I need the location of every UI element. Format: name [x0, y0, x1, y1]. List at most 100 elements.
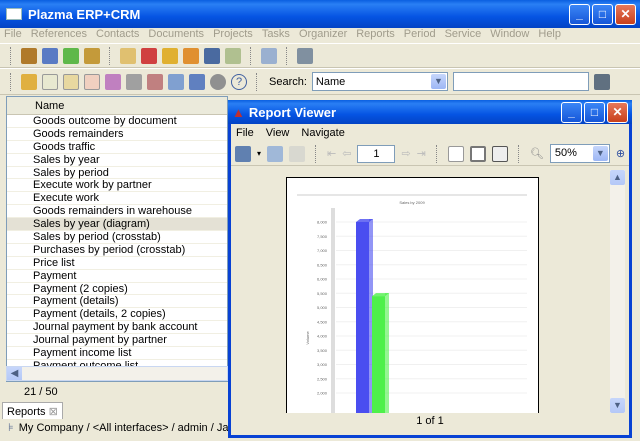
list-item[interactable]: Execute work [7, 192, 227, 206]
certificate-icon[interactable] [141, 47, 157, 64]
scroll-left-icon[interactable]: ◀ [7, 367, 22, 380]
delete-icon[interactable] [84, 73, 100, 90]
tools-icon[interactable] [297, 47, 313, 64]
scroll-down-icon[interactable]: ▼ [610, 398, 625, 413]
settings-icon[interactable] [210, 73, 226, 90]
scroll-up-icon[interactable]: ▲ [610, 170, 625, 185]
zoom-in-icon[interactable]: ⊕ [616, 147, 625, 160]
y-tick-label: 6,000 [317, 277, 328, 282]
search-input[interactable] [452, 72, 589, 91]
actual-size-icon[interactable] [447, 145, 464, 162]
list-toolbar: ? Search: Name ▼ [0, 68, 640, 95]
list-item[interactable]: Goods remainders [7, 128, 227, 141]
export-icon[interactable] [189, 73, 205, 90]
print-icon[interactable] [168, 73, 184, 90]
reports-list: Name Goods outcome by document Goods rema… [6, 96, 228, 382]
sort-az-icon[interactable] [105, 73, 121, 90]
list-item[interactable]: Sales by year (diagram) [7, 218, 227, 232]
tab-reports[interactable]: Reports ⊠ [2, 402, 63, 419]
first-page-icon[interactable]: ⇤ [327, 147, 336, 160]
list-item[interactable]: Goods outcome by document [7, 115, 227, 128]
list-item[interactable]: Purchases by period (crosstab) [7, 244, 227, 257]
record-count: 21 / 50 [24, 386, 58, 398]
maximize-button[interactable]: □ [592, 4, 613, 25]
menu-window[interactable]: Window [490, 28, 529, 43]
viewer-toolbar: ▾ ⇤ ⇦ 1 ⇨ ⇥ 🔍︎ 50% ▼ ⊕ [231, 142, 629, 166]
list-item[interactable]: Payment (details, 2 copies) [7, 308, 227, 322]
print-icon[interactable] [267, 145, 284, 162]
documents-icon[interactable] [120, 47, 136, 64]
search-field-value: Name [315, 75, 346, 88]
menu-period[interactable]: Period [404, 28, 436, 43]
page-number-input[interactable]: 1 [357, 144, 396, 163]
menu-organizer[interactable]: Organizer [299, 28, 347, 43]
list-item[interactable]: Payment (details) [7, 295, 227, 309]
vertical-scrollbar[interactable]: ▲ ▼ [610, 170, 625, 413]
viewer-close-button[interactable]: ✕ [607, 102, 628, 123]
warehouse-icon[interactable] [84, 47, 100, 64]
list-item[interactable]: Sales by period (crosstab) [7, 231, 227, 244]
list-item[interactable]: Sales by period [7, 167, 227, 180]
close-button[interactable]: ✕ [615, 4, 636, 25]
contacts-card-icon[interactable] [204, 47, 220, 64]
minimize-button[interactable]: _ [569, 4, 590, 25]
close-tab-icon[interactable]: ⊠ [49, 406, 58, 418]
money-icon[interactable] [63, 47, 79, 64]
new-icon[interactable] [42, 73, 58, 90]
chevron-down-icon[interactable]: ▼ [592, 146, 608, 161]
users-icon[interactable] [42, 47, 58, 64]
last-page-icon[interactable]: ⇥ [417, 147, 426, 160]
horizontal-scrollbar[interactable]: ◀ [6, 366, 228, 381]
menu-references[interactable]: References [31, 28, 87, 43]
fit-width-icon[interactable] [491, 145, 508, 162]
notebook-icon[interactable] [261, 47, 277, 64]
save-dropdown-icon[interactable]: ▾ [257, 149, 261, 158]
viewer-menu-file[interactable]: File [236, 127, 254, 139]
menu-contacts[interactable]: Contacts [96, 28, 139, 43]
clear-filter-icon[interactable] [147, 73, 163, 90]
report-canvas: Sales by 2009 Volume 8,000 7,500 7,000 6,500 6… [231, 170, 629, 413]
column-header-name[interactable]: Name [7, 97, 227, 115]
next-page-icon[interactable]: ⇨ [401, 147, 410, 160]
menu-tasks[interactable]: Tasks [262, 28, 290, 43]
save-icon[interactable] [235, 145, 251, 162]
filter-icon[interactable] [126, 73, 142, 90]
list-item[interactable]: Goods traffic [7, 141, 227, 154]
chevron-down-icon[interactable]: ▼ [430, 74, 446, 89]
viewer-minimize-button[interactable]: _ [561, 102, 582, 123]
list-item[interactable]: Payment (2 copies) [7, 283, 227, 296]
list-item[interactable]: Payment income list [7, 347, 227, 360]
binoculars-icon[interactable] [593, 73, 610, 90]
menu-help[interactable]: Help [538, 28, 561, 43]
viewer-menu-navigate[interactable]: Navigate [301, 127, 344, 139]
list-item[interactable]: Execute work by partner [7, 179, 227, 193]
add-goods-icon[interactable] [162, 47, 178, 64]
search-field-select[interactable]: Name ▼ [311, 72, 448, 91]
menu-documents[interactable]: Documents [148, 28, 204, 43]
bank-icon[interactable] [21, 47, 37, 64]
list-item[interactable]: Journal payment by bank account [7, 321, 227, 335]
y-tick-label: 5,000 [317, 305, 328, 310]
list-item[interactable]: Sales by year [7, 154, 227, 167]
previous-page-icon[interactable]: ⇦ [342, 147, 351, 160]
list-item[interactable]: Payment [7, 270, 227, 283]
menu-service[interactable]: Service [445, 28, 482, 43]
list-item[interactable]: Price list [7, 257, 227, 270]
list-item[interactable]: Journal payment by partner [7, 334, 227, 348]
menu-file[interactable]: File [4, 28, 22, 43]
bar-side-2 [385, 293, 389, 413]
viewer-menu-view[interactable]: View [266, 127, 290, 139]
edit-icon[interactable] [63, 73, 79, 90]
menu-reports[interactable]: Reports [356, 28, 395, 43]
fit-page-icon[interactable] [469, 145, 486, 162]
menu-projects[interactable]: Projects [213, 28, 253, 43]
zoom-out-icon[interactable]: 🔍︎ [530, 147, 544, 160]
viewer-maximize-button[interactable]: □ [584, 102, 605, 123]
refresh-icon[interactable] [21, 73, 37, 90]
page-setup-icon[interactable] [289, 145, 306, 162]
zoom-select[interactable]: 50% ▼ [549, 144, 610, 163]
checklist-icon[interactable] [225, 47, 241, 64]
list-item[interactable]: Goods remainders in warehouse [7, 205, 227, 219]
remove-goods-icon[interactable] [183, 47, 199, 64]
help-icon[interactable]: ? [231, 73, 247, 90]
